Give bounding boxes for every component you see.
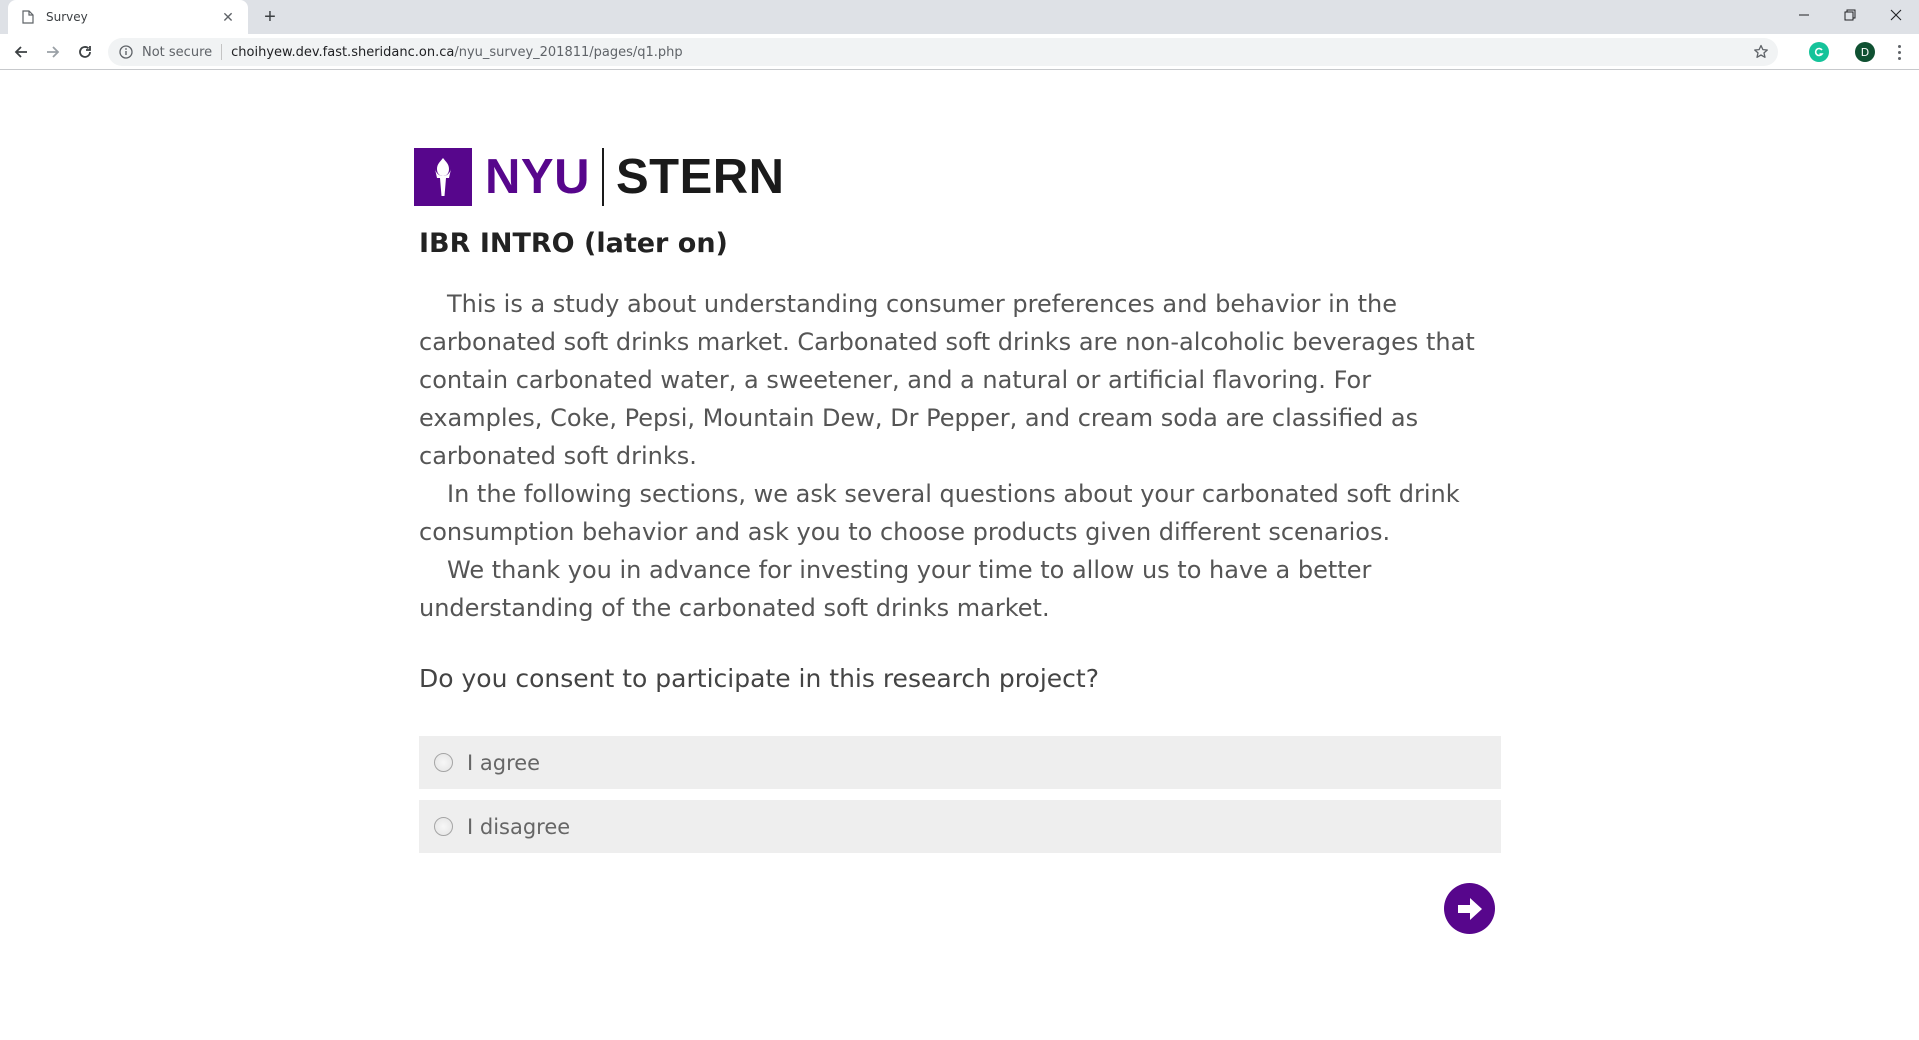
survey-content: NYU STERN IBR INTRO (later on) This is a…	[414, 148, 1501, 864]
new-tab-button[interactable]: +	[258, 5, 282, 29]
radio-agree[interactable]	[434, 753, 453, 772]
option-disagree[interactable]: I disagree	[419, 800, 1501, 853]
nyu-stern-logo: NYU STERN	[414, 148, 1501, 206]
radio-disagree[interactable]	[434, 817, 453, 836]
arrow-right-circle-icon	[1457, 897, 1482, 920]
info-icon[interactable]	[118, 44, 134, 60]
grammarly-extension-icon[interactable]	[1809, 42, 1829, 62]
security-status[interactable]: Not secure	[142, 45, 212, 60]
omnibox-divider	[221, 44, 223, 60]
tab-survey[interactable]: Survey ✕	[8, 0, 248, 34]
arrow-right-icon[interactable]	[40, 39, 66, 65]
browser-toolbar: Not secure choihyew.dev.fast.sheridanc.o…	[0, 34, 1919, 70]
consent-question: Do you consent to participate in this re…	[419, 664, 1099, 693]
torch-icon	[414, 148, 472, 206]
profile-avatar[interactable]: D	[1855, 42, 1875, 62]
logo-stern-text: STERN	[615, 150, 785, 204]
close-window-icon[interactable]	[1873, 0, 1919, 30]
reload-icon[interactable]	[72, 39, 98, 65]
intro-paragraph: In the following sections, we ask severa…	[419, 480, 1460, 546]
logo-nyu-text: NYU	[485, 150, 590, 204]
tab-strip: Survey ✕ +	[0, 0, 1919, 34]
option-label: I disagree	[467, 814, 571, 839]
more-vert-icon[interactable]	[1889, 42, 1909, 62]
next-button[interactable]	[1444, 883, 1495, 934]
arrow-left-icon[interactable]	[8, 39, 34, 65]
option-agree[interactable]: I agree	[419, 736, 1501, 789]
address-bar[interactable]: Not secure choihyew.dev.fast.sheridanc.o…	[108, 38, 1778, 66]
page-title: IBR INTRO (later on)	[419, 228, 728, 259]
url-path: /nyu_survey_201811/pages/q1.php	[454, 44, 683, 60]
restore-icon[interactable]	[1827, 0, 1873, 30]
star-icon[interactable]	[1752, 43, 1770, 61]
logo-divider	[601, 148, 604, 206]
consent-options: I agree I disagree	[419, 736, 1501, 853]
close-tab-icon[interactable]: ✕	[220, 9, 236, 25]
intro-paragraph: We thank you in advance for investing yo…	[419, 556, 1372, 622]
intro-text: This is a study about understanding cons…	[419, 285, 1501, 627]
option-label: I agree	[467, 750, 541, 775]
page-icon	[20, 9, 36, 25]
url-host: choihyew.dev.fast.sheridanc.on.ca	[231, 44, 455, 60]
minimize-icon[interactable]	[1781, 0, 1827, 30]
tab-title: Survey	[46, 10, 88, 24]
intro-paragraph: This is a study about understanding cons…	[419, 290, 1475, 470]
